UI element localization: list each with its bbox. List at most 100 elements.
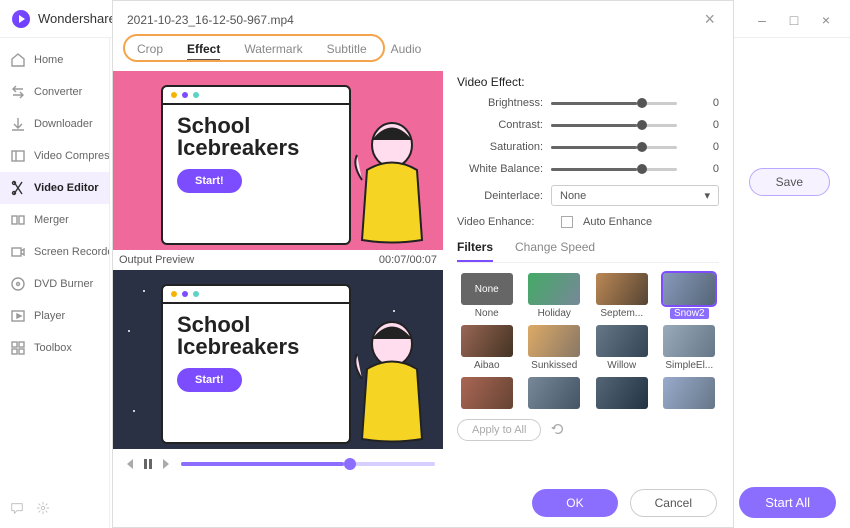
- feedback-icon[interactable]: [10, 501, 24, 520]
- contrast-slider[interactable]: [551, 124, 677, 127]
- save-button[interactable]: Save: [749, 168, 830, 196]
- recorder-icon: [10, 244, 26, 260]
- filter-item[interactable]: [660, 377, 720, 409]
- sidebar-item-player[interactable]: Player: [0, 300, 109, 332]
- brightness-slider[interactable]: [551, 102, 677, 105]
- editor-modal: 2021-10-23_16-12-50-967.mp4 × Crop Effec…: [112, 0, 734, 528]
- sidebar: Home Converter Downloader Video Compress…: [0, 38, 110, 528]
- sidebar-item-compress[interactable]: Video Compress: [0, 140, 109, 172]
- deinterlace-select[interactable]: None▾: [551, 185, 719, 206]
- preview-title-1: School: [177, 115, 335, 137]
- preview-title-2: Icebreakers: [177, 336, 335, 358]
- home-icon: [10, 52, 26, 68]
- sidebar-item-label: Video Editor: [34, 182, 99, 194]
- editor-icon: [10, 180, 26, 196]
- filter-september[interactable]: Septem...: [592, 273, 652, 319]
- filter-aibao[interactable]: Aibao: [457, 325, 517, 371]
- close-button[interactable]: ×: [812, 8, 840, 32]
- filter-item[interactable]: [457, 377, 517, 409]
- auto-enhance-checkbox[interactable]: [561, 216, 573, 228]
- filter-holiday[interactable]: Holiday: [525, 273, 585, 319]
- filter-simpleel[interactable]: SimpleEl...: [660, 325, 720, 371]
- ok-button[interactable]: OK: [532, 489, 617, 517]
- sidebar-item-toolbox[interactable]: Toolbox: [0, 332, 109, 364]
- preview-title-2: Icebreakers: [177, 137, 335, 159]
- settings-icon[interactable]: [36, 501, 50, 520]
- modal-filename: 2021-10-23_16-12-50-967.mp4: [127, 13, 700, 27]
- source-preview: School Icebreakers Start!: [113, 71, 443, 250]
- filter-item[interactable]: [592, 377, 652, 409]
- app-logo: [12, 10, 30, 28]
- saturation-label: Saturation:: [457, 141, 543, 153]
- minimize-button[interactable]: –: [748, 8, 776, 32]
- tab-subtitle[interactable]: Subtitle: [327, 42, 367, 61]
- saturation-value: 0: [689, 141, 719, 153]
- next-button[interactable]: [161, 457, 175, 471]
- filter-grid: NoneNone Holiday Septem... Snow2 Aibao S…: [457, 273, 719, 409]
- contrast-value: 0: [689, 119, 719, 131]
- tab-crop[interactable]: Crop: [137, 42, 163, 61]
- sidebar-item-label: Downloader: [34, 118, 93, 130]
- filter-willow[interactable]: Willow: [592, 325, 652, 371]
- download-icon: [10, 116, 26, 132]
- sidebar-item-label: Converter: [34, 86, 82, 98]
- merger-icon: [10, 212, 26, 228]
- sidebar-item-label: Player: [34, 310, 65, 322]
- output-preview: School Icebreakers Start!: [113, 270, 443, 449]
- deinterlace-label: Deinterlace:: [457, 190, 543, 202]
- subtab-speed[interactable]: Change Speed: [515, 240, 595, 262]
- sidebar-item-downloader[interactable]: Downloader: [0, 108, 109, 140]
- saturation-slider[interactable]: [551, 146, 677, 149]
- player-icon: [10, 308, 26, 324]
- cancel-button[interactable]: Cancel: [630, 489, 717, 517]
- sidebar-item-label: Toolbox: [34, 342, 72, 354]
- preview-time: 00:07/00:07: [379, 254, 437, 266]
- filter-snow2[interactable]: Snow2: [660, 273, 720, 319]
- prev-button[interactable]: [121, 457, 135, 471]
- pause-button[interactable]: [141, 457, 155, 471]
- editor-tabs: Crop Effect Watermark Subtitle Audio: [127, 38, 719, 65]
- refresh-icon[interactable]: [551, 422, 565, 439]
- preview-start-button: Start!: [177, 169, 242, 193]
- sidebar-item-merger[interactable]: Merger: [0, 204, 109, 236]
- filter-sunkissed[interactable]: Sunkissed: [525, 325, 585, 371]
- sidebar-item-video-editor[interactable]: Video Editor: [0, 172, 109, 204]
- filter-item[interactable]: [525, 377, 585, 409]
- contrast-label: Contrast:: [457, 119, 543, 131]
- brightness-label: Brightness:: [457, 97, 543, 109]
- compress-icon: [10, 148, 26, 164]
- apply-to-all-button[interactable]: Apply to All: [457, 419, 541, 441]
- preview-title-1: School: [177, 314, 335, 336]
- dvd-icon: [10, 276, 26, 292]
- enhance-label: Video Enhance:: [457, 216, 543, 228]
- maximize-button[interactable]: □: [780, 8, 808, 32]
- sidebar-item-converter[interactable]: Converter: [0, 76, 109, 108]
- white-balance-value: 0: [689, 163, 719, 175]
- cartoon-person: [347, 110, 437, 250]
- preview-start-button: Start!: [177, 368, 242, 392]
- sidebar-item-dvd[interactable]: DVD Burner: [0, 268, 109, 300]
- timeline[interactable]: [181, 462, 435, 466]
- subtab-filters[interactable]: Filters: [457, 240, 493, 262]
- tab-audio[interactable]: Audio: [391, 42, 422, 61]
- start-all-button[interactable]: Start All: [739, 487, 836, 518]
- tab-watermark[interactable]: Watermark: [244, 42, 302, 61]
- white-balance-slider[interactable]: [551, 168, 677, 171]
- window-controls-secondary: ≡ – □ ×: [716, 8, 840, 32]
- sidebar-item-recorder[interactable]: Screen Recorde: [0, 236, 109, 268]
- output-preview-label: Output Preview: [119, 254, 194, 266]
- playback-controls: [113, 449, 443, 479]
- sidebar-item-label: Screen Recorde: [34, 246, 109, 258]
- modal-close-button[interactable]: ×: [700, 9, 719, 30]
- sidebar-item-label: DVD Burner: [34, 278, 93, 290]
- filter-none[interactable]: NoneNone: [457, 273, 517, 319]
- chevron-down-icon: ▾: [704, 189, 710, 202]
- sidebar-item-home[interactable]: Home: [0, 44, 109, 76]
- sidebar-item-label: Home: [34, 54, 63, 66]
- video-effect-title: Video Effect:: [457, 75, 719, 89]
- toolbox-icon: [10, 340, 26, 356]
- white-balance-label: White Balance:: [457, 163, 543, 175]
- brightness-value: 0: [689, 97, 719, 109]
- converter-icon: [10, 84, 26, 100]
- tab-effect[interactable]: Effect: [187, 42, 220, 61]
